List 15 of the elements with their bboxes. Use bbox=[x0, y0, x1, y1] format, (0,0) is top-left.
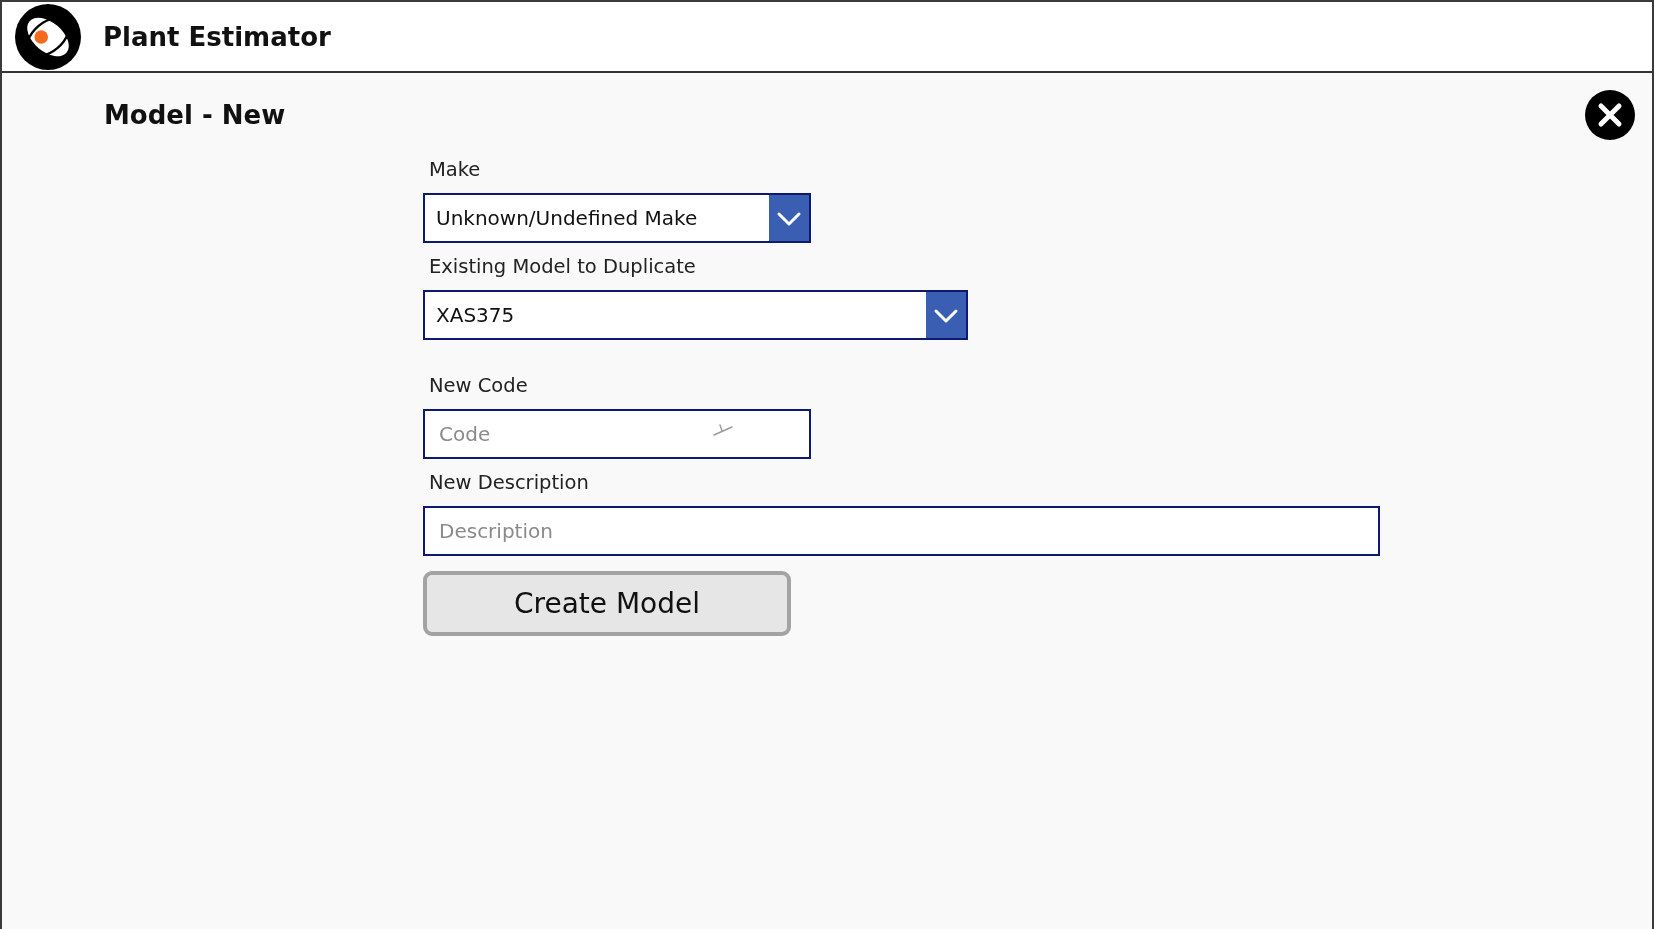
dropdown[interactable]: Unknown/Undefined Make bbox=[423, 193, 811, 243]
text-input-field[interactable]: Code bbox=[423, 409, 811, 459]
dropdown[interactable]: XAS375 bbox=[423, 290, 968, 340]
create-model-button[interactable]: Create Model bbox=[423, 571, 791, 636]
text-input-field[interactable]: Description bbox=[423, 506, 1380, 556]
chevron-down-icon[interactable] bbox=[926, 292, 966, 338]
field-label: Existing Model to Duplicate bbox=[429, 254, 696, 280]
close-icon[interactable] bbox=[1585, 90, 1635, 140]
cursor-mark-icon bbox=[713, 424, 733, 436]
app-title: Plant Estimator bbox=[103, 21, 331, 52]
field-label: New Code bbox=[429, 373, 528, 399]
page-title: Model - New bbox=[104, 100, 286, 130]
field-label: Make bbox=[429, 157, 481, 183]
chevron-down-icon[interactable] bbox=[769, 195, 809, 241]
field-label: New Description bbox=[429, 470, 589, 496]
